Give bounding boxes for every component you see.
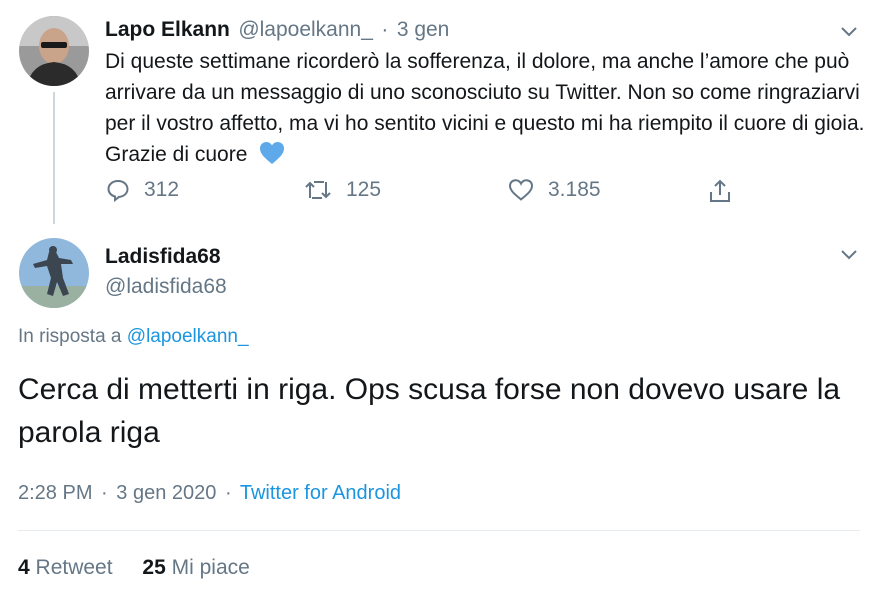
separator: ·	[381, 18, 389, 41]
share-button[interactable]	[708, 178, 746, 204]
reply-context: In risposta a @lapoelkann_	[18, 326, 249, 348]
avatar-lapo[interactable]	[19, 16, 89, 86]
share-icon	[710, 179, 730, 202]
like-stat-count: 25	[142, 556, 166, 579]
reply-prefix: In risposta a	[18, 326, 122, 347]
like-stat-label: Mi piace	[171, 556, 250, 579]
separator: ·	[101, 482, 108, 504]
retweet-stat[interactable]: 4 Retweet	[18, 556, 118, 579]
thread-line	[53, 92, 55, 224]
parent-tweet-header: Lapo Elkann @lapoelkann_ · 3 gen	[105, 18, 449, 42]
tweet-meta: 2:28 PM · 3 gen 2020 · Twitter for Andro…	[18, 482, 401, 505]
reply-count: 312	[144, 178, 180, 201]
reply-icon	[107, 179, 129, 202]
like-button[interactable]: 3.185	[508, 178, 601, 202]
heart-icon	[508, 179, 534, 201]
author-handle[interactable]: @lapoelkann_	[238, 18, 373, 41]
author-name[interactable]: Ladisfida68	[105, 245, 221, 269]
reply-button[interactable]: 312	[106, 178, 179, 202]
author-name[interactable]: Lapo Elkann	[105, 18, 230, 41]
tweet-source-link[interactable]: Twitter for Android	[240, 482, 401, 504]
chevron-down-icon[interactable]	[838, 243, 860, 265]
tweet-date[interactable]: 3 gen 2020	[116, 482, 216, 504]
author-handle[interactable]: @ladisfida68	[105, 275, 227, 299]
chevron-down-icon[interactable]	[838, 20, 860, 42]
retweet-count: 125	[346, 178, 382, 201]
tweet-text: Di queste settimane ricorderò la soffere…	[105, 50, 865, 166]
like-stat[interactable]: 25 Mi piace	[142, 556, 249, 579]
retweet-button[interactable]: 125	[304, 178, 381, 202]
avatar-ladisfida[interactable]	[19, 238, 89, 308]
like-count: 3.185	[548, 178, 601, 201]
divider	[18, 530, 860, 531]
reply-to-link[interactable]: @lapoelkann_	[127, 326, 249, 347]
blue-heart-icon	[259, 141, 285, 174]
tweet-time[interactable]: 2:28 PM	[18, 482, 92, 504]
tweet-date[interactable]: 3 gen	[397, 18, 450, 41]
retweet-stat-label: Retweet	[35, 556, 113, 579]
retweet-icon	[305, 181, 331, 199]
tweet-stats: 4 Retweet 25 Mi piace	[18, 556, 250, 580]
parent-tweet-body: Di queste settimane ricorderò la soffere…	[105, 46, 865, 174]
tweet-text: Cerca di metterti in riga. Ops scusa for…	[18, 373, 841, 449]
retweet-stat-count: 4	[18, 556, 30, 579]
separator: ·	[224, 482, 232, 504]
